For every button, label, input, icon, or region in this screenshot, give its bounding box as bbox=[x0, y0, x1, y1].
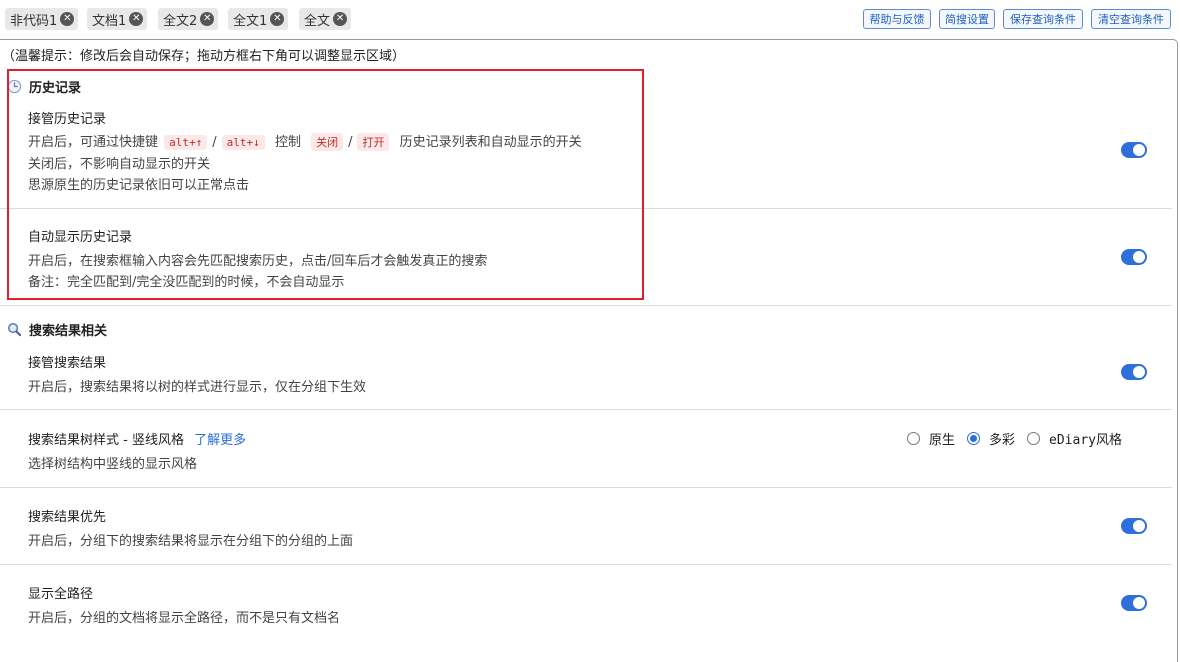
open-badge: 打开 bbox=[357, 133, 390, 151]
radio-button-selected[interactable] bbox=[967, 432, 981, 445]
query-tag[interactable]: 全文1 ✕ bbox=[228, 8, 289, 30]
simple-settings-button[interactable]: 简搜设置 bbox=[939, 9, 995, 29]
toggle-knob bbox=[1133, 251, 1145, 263]
full-path-toggle[interactable] bbox=[1121, 595, 1147, 611]
takeover-search-desc: 开启后，搜索结果将以树的样式进行显示，仅在分组下生效 bbox=[28, 380, 367, 395]
auto-show-history-desc-line1: 开启后，在搜索框输入内容会先匹配搜索历史，点击/回车后才会触发真正的搜索 bbox=[28, 254, 488, 269]
tree-style-radio-group: 原生 多彩 eDiary风格 bbox=[907, 429, 1134, 448]
section-title-label: 搜索结果相关 bbox=[29, 324, 108, 339]
auto-show-history-title: 自动显示历史记录 bbox=[28, 230, 133, 245]
tree-style-desc: 选择树结构中竖线的显示风格 bbox=[28, 457, 198, 472]
search-section-title: 搜索结果相关 bbox=[6, 320, 107, 339]
learn-more-link[interactable]: 了解更多 bbox=[194, 433, 246, 448]
history-section-title: 历史记录 bbox=[6, 77, 81, 96]
takeover-history-desc-line3: 思源原生的历史记录依旧可以正常点击 bbox=[28, 178, 250, 193]
close-icon[interactable]: ✕ bbox=[60, 12, 75, 26]
query-tag-label: 文档1 bbox=[92, 13, 127, 29]
divider bbox=[0, 208, 1172, 209]
auto-show-history-toggle[interactable] bbox=[1121, 249, 1147, 265]
radio-button[interactable] bbox=[907, 432, 920, 445]
query-tag[interactable]: 文档1 ✕ bbox=[87, 8, 148, 30]
tree-style-title-text: 搜索结果树样式 - 竖线风格 bbox=[28, 433, 184, 448]
radio-label: 多彩 bbox=[989, 433, 1016, 448]
close-icon[interactable]: ✕ bbox=[333, 12, 348, 26]
radio-label: 原生 bbox=[929, 433, 956, 448]
toggle-knob bbox=[1133, 597, 1145, 609]
full-path-desc: 开启后，分组的文档将显示全路径，而不是只有文档名 bbox=[28, 611, 341, 626]
search-icon bbox=[6, 322, 22, 338]
takeover-history-desc-line1: 开启后，可通过快捷键 alt+↑ / alt+↓ 控制 关闭 / 打开 历史记录列表和自… bbox=[28, 131, 582, 151]
toggle-knob bbox=[1133, 520, 1145, 532]
desc-text: 开启后，可通过快捷键 bbox=[28, 135, 159, 150]
priority-desc: 开启后，分组下的搜索结果将显示在分组下的分组的上面 bbox=[28, 534, 354, 549]
close-icon[interactable]: ✕ bbox=[129, 12, 144, 26]
query-tag-label: 非代码1 bbox=[10, 13, 58, 29]
priority-title: 搜索结果优先 bbox=[28, 510, 107, 525]
query-tag[interactable]: 非代码1 ✕ bbox=[5, 8, 79, 30]
takeover-search-toggle[interactable] bbox=[1121, 364, 1147, 380]
full-path-title: 显示全路径 bbox=[28, 587, 94, 602]
shortcut-down-badge: alt+↓ bbox=[221, 135, 265, 150]
clock-icon bbox=[6, 79, 22, 95]
query-tag-label: 全文1 bbox=[233, 13, 268, 29]
help-feedback-button[interactable]: 帮助与反馈 bbox=[863, 9, 931, 29]
query-tag-label: 全文2 bbox=[163, 13, 198, 29]
radio-label: eDiary风格 bbox=[1049, 433, 1122, 448]
top-bar: 非代码1 ✕ 文档1 ✕ 全文2 ✕ 全文1 ✕ 全文 ✕ 帮助与反馈 简搜设置… bbox=[0, 0, 1180, 38]
takeover-history-desc-line2: 关闭后，不影响自动显示的开关 bbox=[28, 157, 211, 172]
query-tag-label: 全文 bbox=[304, 13, 331, 29]
desc-text: 控制 bbox=[274, 135, 301, 150]
desc-text: 历史记录列表和自动显示的开关 bbox=[399, 135, 582, 150]
close-badge: 关闭 bbox=[311, 133, 344, 151]
query-tag[interactable]: 全文 ✕ bbox=[299, 8, 352, 30]
divider bbox=[0, 487, 1172, 488]
close-icon[interactable]: ✕ bbox=[200, 12, 215, 26]
radio-option-native[interactable]: 原生 bbox=[907, 429, 955, 448]
slash-text: / bbox=[212, 135, 217, 150]
toggle-knob bbox=[1133, 366, 1145, 378]
toggle-knob bbox=[1133, 144, 1145, 156]
takeover-history-toggle[interactable] bbox=[1121, 142, 1147, 158]
slash-text: / bbox=[348, 135, 353, 150]
takeover-search-title: 接管搜索结果 bbox=[28, 356, 107, 371]
shortcut-up-badge: alt+↑ bbox=[164, 135, 208, 150]
divider bbox=[0, 564, 1172, 565]
priority-toggle[interactable] bbox=[1121, 518, 1147, 534]
radio-button[interactable] bbox=[1027, 432, 1041, 445]
section-title-label: 历史记录 bbox=[29, 81, 82, 96]
takeover-history-title: 接管历史记录 bbox=[28, 112, 107, 127]
clear-query-button[interactable]: 清空查询条件 bbox=[1091, 9, 1171, 29]
tree-style-title: 搜索结果树样式 - 竖线风格 了解更多 bbox=[28, 429, 246, 448]
divider bbox=[0, 409, 1172, 410]
radio-option-ediary[interactable]: eDiary风格 bbox=[1027, 429, 1122, 448]
query-tag[interactable]: 全文2 ✕ bbox=[158, 8, 219, 30]
close-icon[interactable]: ✕ bbox=[270, 12, 285, 26]
tip-text: （温馨提示：修改后会自动保存；拖动方框右下角可以调整显示区域） bbox=[2, 49, 406, 64]
save-query-button[interactable]: 保存查询条件 bbox=[1003, 9, 1083, 29]
auto-show-history-desc-line2: 备注：完全匹配到/完全没匹配到的时候，不会自动显示 bbox=[28, 275, 345, 290]
radio-option-colorful[interactable]: 多彩 bbox=[967, 429, 1015, 448]
divider bbox=[0, 305, 1172, 306]
